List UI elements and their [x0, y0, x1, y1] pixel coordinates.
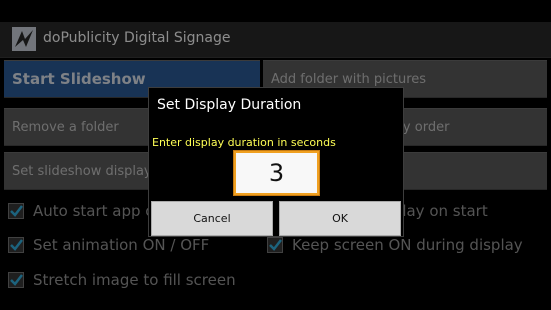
- duration-input[interactable]: 3: [234, 151, 319, 195]
- ok-button[interactable]: OK: [279, 201, 401, 236]
- cancel-button[interactable]: Cancel: [151, 201, 273, 236]
- dialog-message: Enter display duration in seconds: [152, 136, 336, 149]
- display-duration-dialog: Set Display Duration Enter display durat…: [148, 87, 404, 237]
- dialog-title: Set Display Duration: [157, 97, 302, 113]
